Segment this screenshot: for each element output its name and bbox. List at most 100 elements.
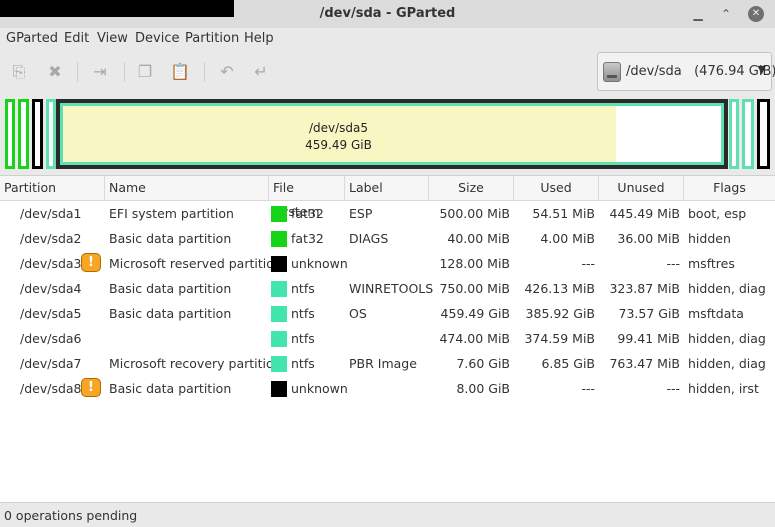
cell-file-system: ntfs xyxy=(291,306,315,321)
maximize-icon[interactable]: ⌃ xyxy=(718,6,734,22)
menu-partition[interactable]: Partition xyxy=(185,31,239,46)
cell-unused: 99.41 MiB xyxy=(617,331,680,346)
cell-flags: hidden, irst xyxy=(688,381,759,396)
disk-map-sda5[interactable]: /dev/sda5 459.49 GiB xyxy=(56,99,728,169)
disk-map-sda4[interactable] xyxy=(46,99,56,169)
cell-unused: --- xyxy=(666,256,680,271)
table-row[interactable]: /dev/sda6 ntfs 474.00 MiB 374.59 MiB 99.41 M… xyxy=(0,326,775,351)
column-label[interactable]: Label xyxy=(345,176,429,200)
cell-file-system: ntfs xyxy=(291,331,315,346)
cell-file-system: ntfs xyxy=(291,356,315,371)
cell-partition: /dev/sda8 xyxy=(20,381,82,396)
fs-color-swatch xyxy=(271,356,287,372)
cell-flags: hidden, diag xyxy=(688,281,766,296)
harddisk-icon xyxy=(603,62,621,82)
cell-partition: /dev/sda7 xyxy=(20,356,82,371)
device-name: /dev/sda xyxy=(626,64,682,79)
cell-size: 474.00 MiB xyxy=(439,331,510,346)
column-flags[interactable]: Flags xyxy=(684,176,775,200)
cell-flags: boot, esp xyxy=(688,206,747,221)
cell-unused: 763.47 MiB xyxy=(609,356,680,371)
disk-map-sda1[interactable] xyxy=(5,99,15,169)
cell-label: PBR Image xyxy=(349,356,417,371)
cell-unused: 445.49 MiB xyxy=(609,206,680,221)
table-row[interactable]: /dev/sda1 EFI system partition fat32 ESP 500… xyxy=(0,201,775,226)
table-row[interactable]: /dev/sda2 Basic data partition fat32 DIAGS 4… xyxy=(0,226,775,251)
fs-color-swatch xyxy=(271,206,287,222)
apply-icon[interactable]: ↵ xyxy=(251,62,271,82)
disk-map-sda3[interactable] xyxy=(32,99,43,169)
cell-partition: /dev/sda2 xyxy=(20,231,82,246)
table-row[interactable]: /dev/sda7 Microsoft recovery partition ntf… xyxy=(0,351,775,376)
column-partition[interactable]: Partition xyxy=(0,176,105,200)
cell-size: 459.49 GiB xyxy=(440,306,510,321)
cell-unused: --- xyxy=(666,381,680,396)
column-name[interactable]: Name xyxy=(105,176,269,200)
table-row[interactable]: /dev/sda3! Microsoft reserved partition un… xyxy=(0,251,775,276)
copy-icon[interactable]: ❐ xyxy=(135,62,155,82)
fs-color-swatch xyxy=(271,231,287,247)
cell-label: ESP xyxy=(349,206,373,221)
cell-label: DIAGS xyxy=(349,231,389,246)
disk-map-sda5-border: /dev/sda5 459.49 GiB xyxy=(60,103,724,165)
status-text: 0 operations pending xyxy=(4,508,138,523)
disk-map-sda7[interactable] xyxy=(742,99,754,169)
cell-flags: hidden xyxy=(688,231,731,246)
cell-flags: hidden, diag xyxy=(688,331,766,346)
disk-map: /dev/sda5 459.49 GiB xyxy=(0,96,775,172)
cell-size: 7.60 GiB xyxy=(456,356,510,371)
cell-used: 6.85 GiB xyxy=(541,356,595,371)
close-icon[interactable]: ✕ xyxy=(748,6,764,22)
cell-used: --- xyxy=(581,381,595,396)
cell-name: Microsoft recovery partition xyxy=(109,356,282,371)
cell-label: OS xyxy=(349,306,367,321)
delete-icon[interactable]: ✖ xyxy=(45,62,65,82)
cell-partition: /dev/sda6 xyxy=(20,331,82,346)
fs-color-swatch xyxy=(271,381,287,397)
cell-used: 4.00 MiB xyxy=(540,231,595,246)
menu-edit[interactable]: Edit xyxy=(64,31,89,46)
cell-used: --- xyxy=(581,256,595,271)
toolbar-separator xyxy=(204,62,205,82)
column-file-system[interactable]: File System xyxy=(269,176,345,219)
cell-flags: msftres xyxy=(688,256,735,271)
chevron-down-icon: ▼ xyxy=(757,63,766,76)
status-bar: 0 operations pending xyxy=(0,502,775,527)
toolbar-separator xyxy=(77,62,78,82)
cell-used: 426.13 MiB xyxy=(524,281,595,296)
cell-partition: /dev/sda5 xyxy=(20,306,82,321)
cell-name: EFI system partition xyxy=(109,206,234,221)
menu-gparted[interactable]: GParted xyxy=(6,31,58,46)
fs-color-swatch xyxy=(271,281,287,297)
menu-help[interactable]: Help xyxy=(244,31,274,46)
cell-size: 750.00 MiB xyxy=(439,281,510,296)
undo-icon[interactable]: ↶ xyxy=(217,62,237,82)
column-unused[interactable]: Unused xyxy=(599,176,684,200)
cell-size: 128.00 MiB xyxy=(439,256,510,271)
new-icon[interactable]: ⎘ xyxy=(9,62,29,82)
disk-map-sda8[interactable] xyxy=(757,99,770,169)
column-size[interactable]: Size xyxy=(429,176,514,200)
menu-view[interactable]: View xyxy=(97,31,128,46)
disk-map-sda6[interactable] xyxy=(729,99,739,169)
column-used[interactable]: Used xyxy=(514,176,599,200)
table-row[interactable]: /dev/sda5 Basic data partition ntfs OS 459.4… xyxy=(0,301,775,326)
cell-file-system: fat32 xyxy=(291,206,324,221)
menu-device[interactable]: Device xyxy=(135,31,179,46)
cell-used: 374.59 MiB xyxy=(524,331,595,346)
toolbar-separator xyxy=(124,62,125,82)
paste-icon[interactable]: 📋 xyxy=(170,62,190,82)
table-row[interactable]: /dev/sda8! Basic data partition unknown 8.0… xyxy=(0,376,775,401)
cell-used: 54.51 MiB xyxy=(532,206,595,221)
warning-icon: ! xyxy=(81,253,101,272)
minimize-icon[interactable]: ▁ xyxy=(690,6,706,22)
resize-move-icon[interactable]: ⇥ xyxy=(90,62,110,82)
disk-map-sda2[interactable] xyxy=(18,99,29,169)
window-title: /dev/sda - GParted xyxy=(319,6,456,21)
device-selector[interactable]: /dev/sda (476.94 GiB) ▼ xyxy=(597,52,775,91)
cell-file-system: fat32 xyxy=(291,231,324,246)
fs-color-swatch xyxy=(271,306,287,322)
fs-color-swatch xyxy=(271,256,287,272)
cell-flags: hidden, diag xyxy=(688,356,766,371)
table-row[interactable]: /dev/sda4 Basic data partition ntfs WINRETO… xyxy=(0,276,775,301)
